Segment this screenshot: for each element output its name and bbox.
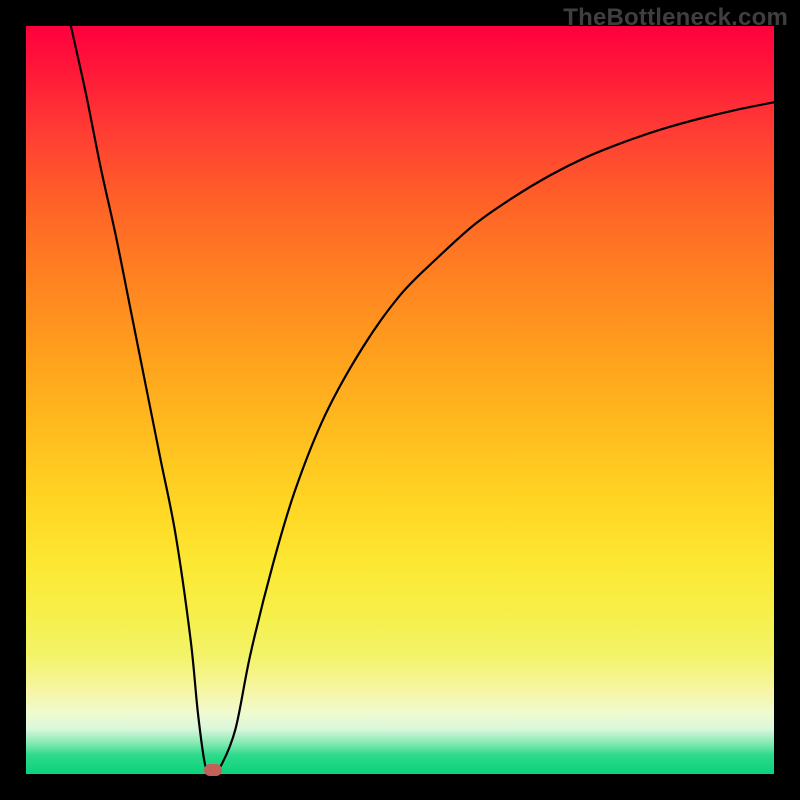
plot-area <box>26 26 774 774</box>
min-marker <box>204 764 222 776</box>
chart-frame: TheBottleneck.com <box>0 0 800 800</box>
watermark-text: TheBottleneck.com <box>563 4 788 32</box>
